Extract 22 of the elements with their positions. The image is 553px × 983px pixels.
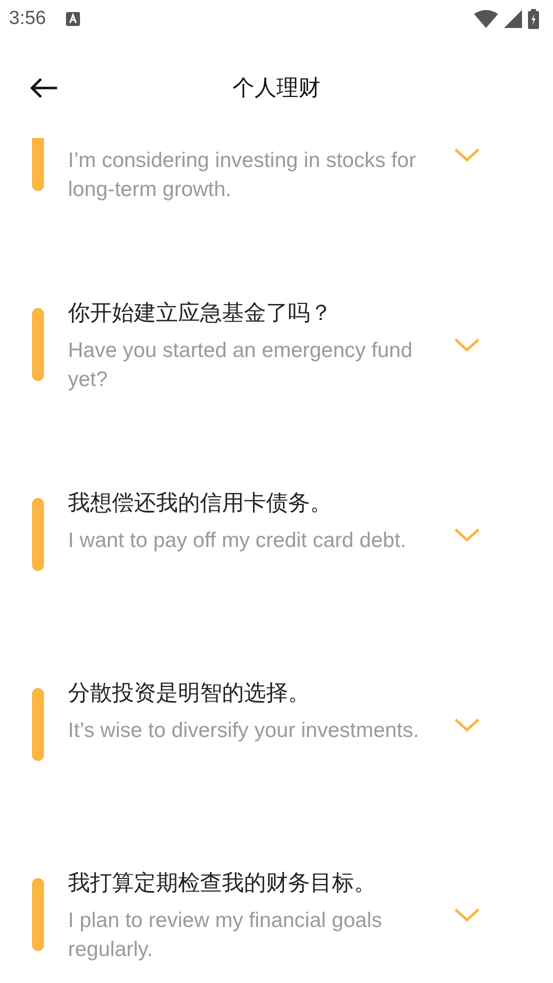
chevron-icon[interactable] (454, 718, 480, 732)
accent-bar (32, 138, 44, 191)
notification-icon (66, 12, 80, 26)
chevron-icon[interactable] (454, 338, 480, 352)
status-time: 3:56 (9, 8, 46, 30)
chinese-sentence: 我想偿还我的信用卡债务。 (68, 489, 333, 517)
chevron-icon[interactable] (454, 148, 480, 162)
chinese-sentence: 分散投资是明智的选择。 (68, 679, 311, 707)
chevron-icon[interactable] (454, 908, 480, 922)
chinese-sentence: 我打算定期检查我的财务目标。 (68, 869, 377, 897)
page-title: 个人理财 (232, 74, 320, 102)
battery-icon (528, 9, 539, 29)
english-translation: I plan to review my financial goals regularly. (68, 908, 383, 963)
chinese-sentence: 你开始建立应急基金了吗？ (68, 299, 333, 327)
back-arrow-icon[interactable] (30, 78, 58, 98)
wifi-icon (474, 10, 498, 28)
english-translation: I’m considering investing in stocks for long-term growth. (68, 148, 417, 203)
chevron-icon[interactable] (454, 528, 480, 542)
english-translation: It’s wise to diversify your investments. (68, 718, 420, 744)
signal-icon (504, 10, 522, 28)
english-translation: I want to pay off my credit card debt. (68, 528, 408, 554)
english-translation: Have you started an emergency fund yet? (68, 338, 414, 393)
